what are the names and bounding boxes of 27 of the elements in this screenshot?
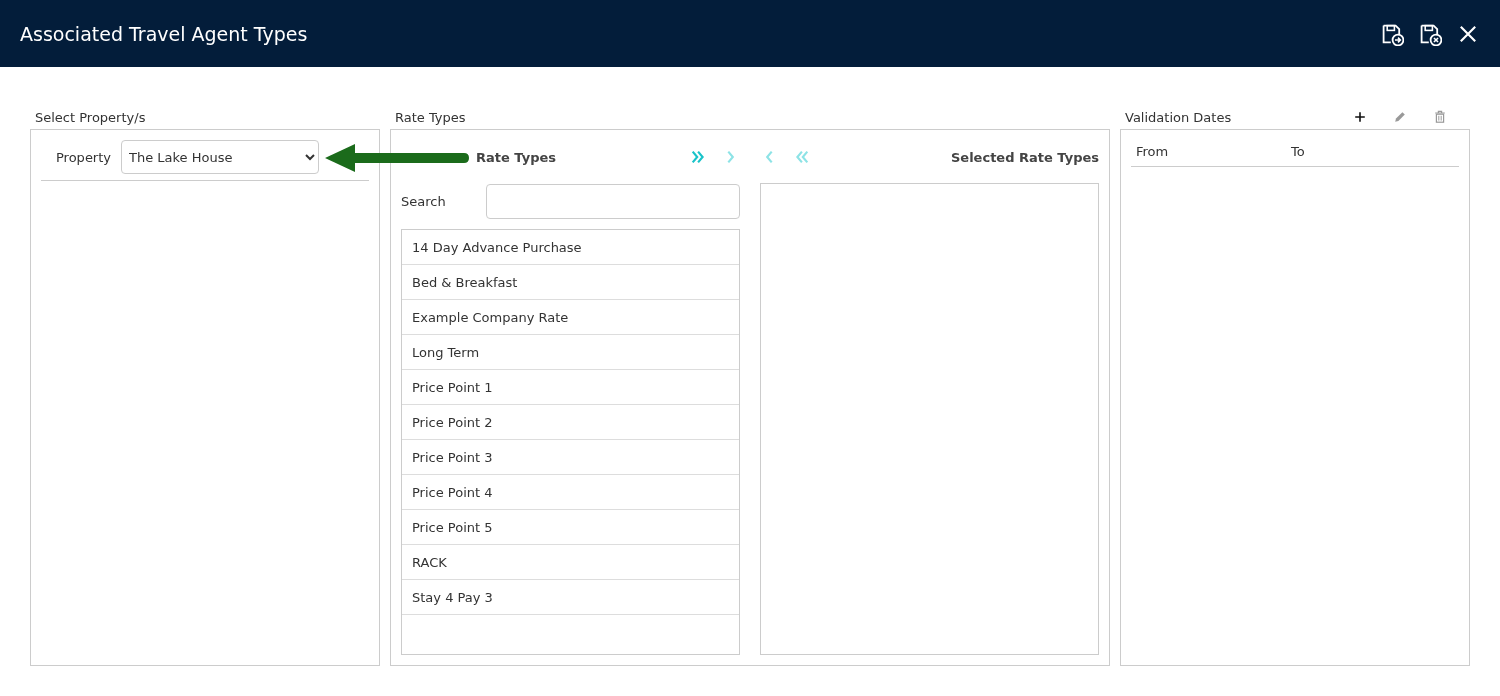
list-item[interactable]: Price Point 1	[402, 370, 739, 405]
list-item[interactable]: Price Point 3	[402, 440, 739, 475]
section-title: Validation Dates	[1124, 108, 1232, 127]
list-item[interactable]: Long Term	[402, 335, 739, 370]
field-label: Search	[401, 193, 446, 209]
add-button[interactable]	[1352, 109, 1368, 125]
section-title: Select Property/s	[34, 108, 147, 127]
pencil-icon	[1392, 109, 1408, 125]
list-heading: Selected Rate Types	[950, 149, 1099, 165]
list-item[interactable]: 14 Day Advance Purchase	[402, 230, 739, 265]
field-label: Property	[56, 149, 111, 165]
list-item[interactable]: Example Company Rate	[402, 300, 739, 335]
list-item[interactable]: Stay 4 Pay 3	[402, 580, 739, 615]
trash-icon	[1432, 109, 1448, 125]
list-item[interactable]: Price Point 2	[402, 405, 739, 440]
property-dropdown[interactable]: The Lake House	[121, 140, 319, 174]
plus-icon	[1352, 109, 1368, 125]
column-header: To	[1291, 144, 1306, 159]
list-heading: Rate Types	[476, 149, 556, 165]
list-item[interactable]: Price Point 5	[402, 510, 739, 545]
search-field[interactable]	[486, 183, 740, 219]
section-title: Rate Types	[394, 108, 467, 127]
list-item[interactable]: Price Point 4	[402, 475, 739, 510]
window-title: Associated Travel Agent Types	[20, 22, 308, 45]
list-item[interactable]: Bed & Breakfast	[402, 265, 739, 300]
column-header: From	[1136, 144, 1170, 159]
list-item[interactable]: RACK	[402, 545, 739, 580]
